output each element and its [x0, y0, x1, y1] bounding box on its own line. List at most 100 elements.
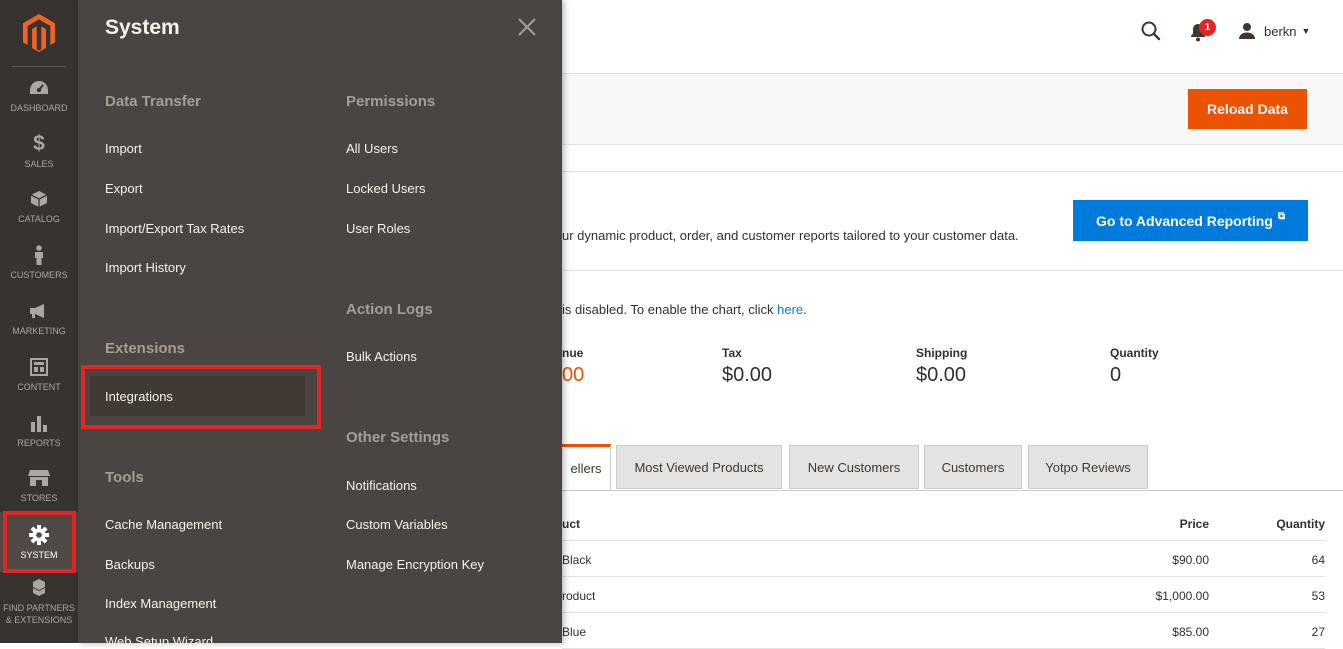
advanced-reporting-section: ur dynamic product, order, and customer …: [562, 171, 1343, 271]
section-title-action-logs: Action Logs: [346, 301, 433, 318]
flyout-title: System: [105, 16, 180, 39]
quantity-cell: 53: [1311, 589, 1325, 603]
product-cell: Blue: [562, 625, 587, 639]
menu-link-index-management[interactable]: Index Management: [105, 596, 216, 611]
menu-link-web-setup-wizard[interactable]: Web Setup Wizard: [105, 634, 213, 649]
menu-link-manage-encryption-key[interactable]: Manage Encryption Key: [346, 557, 484, 572]
user-menu[interactable]: berkn ▼: [1238, 20, 1310, 42]
sidebar-item-stores[interactable]: STORES: [0, 448, 78, 504]
table-header-row: uct Price Quantity: [562, 505, 1325, 541]
table-row[interactable]: roduct $1,000.00 53: [562, 577, 1325, 613]
section-title-permissions: Permissions: [346, 93, 436, 110]
external-link-icon: ⧉: [1277, 211, 1285, 222]
page-header: 1 berkn ▼: [562, 0, 1343, 73]
notifications-button[interactable]: 1: [1189, 19, 1219, 42]
username: berkn: [1264, 23, 1297, 39]
highlight-frame-integrations: [81, 365, 321, 429]
dashboard-page: 1 berkn ▼ Reload Data ur dynamic product…: [562, 0, 1343, 649]
table-row[interactable]: Blue $85.00 27: [562, 613, 1325, 649]
bar-chart-icon: [28, 412, 50, 434]
chart-disabled-notice: is disabled. To enable the chart, click …: [562, 302, 807, 317]
sidebar-item-catalog[interactable]: CATALOG: [0, 169, 78, 225]
tab-most-viewed-products[interactable]: Most Viewed Products: [616, 445, 782, 489]
price-cell: $85.00: [1172, 625, 1209, 639]
megaphone-icon: [28, 300, 50, 322]
menu-link-import-export-tax-rates[interactable]: Import/Export Tax Rates: [105, 221, 244, 236]
storefront-icon: [28, 467, 50, 489]
sidebar-item-find-partners[interactable]: FIND PARTNERS & EXTENSIONS: [0, 570, 78, 626]
menu-link-all-users[interactable]: All Users: [346, 141, 398, 156]
menu-link-notifications[interactable]: Notifications: [346, 478, 417, 493]
reload-data-button[interactable]: Reload Data: [1188, 89, 1307, 129]
highlight-frame-system: [3, 511, 76, 573]
sidebar-item-label: DASHBOARD: [10, 103, 68, 113]
section-title-data-transfer: Data Transfer: [105, 93, 201, 110]
price-cell: $1,000.00: [1155, 589, 1209, 603]
system-submenu-flyout: System Data Transfer Import Export Impor…: [78, 0, 562, 649]
column-header-price: Price: [1179, 517, 1209, 531]
sidebar-item-content[interactable]: CONTENT: [0, 337, 78, 393]
column-header-quantity: Quantity: [1276, 517, 1325, 531]
menu-link-cache-management[interactable]: Cache Management: [105, 517, 222, 532]
section-title-extensions: Extensions: [105, 340, 186, 357]
magento-logo[interactable]: [0, 0, 78, 66]
stat-value: 00: [562, 364, 585, 386]
magento-logo-icon: [23, 14, 55, 52]
search-icon[interactable]: [1140, 20, 1162, 42]
tab-bestsellers[interactable]: ellers: [562, 444, 611, 490]
menu-link-bulk-actions[interactable]: Bulk Actions: [346, 349, 417, 364]
menu-link-import-history[interactable]: Import History: [105, 260, 186, 275]
menu-link-locked-users[interactable]: Locked Users: [346, 181, 425, 196]
stat-value: $0.00: [722, 364, 773, 386]
stat-quantity: Quantity 0: [1110, 346, 1159, 387]
sidebar-item-label: CONTENT: [17, 382, 61, 392]
stat-revenue: nue 00: [562, 346, 584, 387]
menu-link-export[interactable]: Export: [105, 181, 143, 196]
quantity-cell: 64: [1311, 553, 1325, 567]
menu-link-custom-variables[interactable]: Custom Variables: [346, 517, 448, 532]
speedometer-icon: [28, 77, 50, 99]
chevron-down-icon: ▼: [1301, 26, 1311, 36]
price-cell: $90.00: [1172, 553, 1209, 567]
table-row[interactable]: Black $90.00 64: [562, 541, 1325, 577]
sidebar-item-label: FIND PARTNERS & EXTENSIONS: [3, 603, 75, 625]
notification-count-badge: 1: [1199, 19, 1216, 36]
close-icon[interactable]: [516, 16, 538, 38]
stat-label: nue: [562, 346, 584, 360]
sidebar-item-label: CUSTOMERS: [10, 270, 68, 280]
bestsellers-grid: uct Price Quantity Black $90.00 64 roduc…: [562, 505, 1325, 649]
stat-label: Shipping: [916, 346, 968, 360]
sidebar-item-label: MARKETING: [12, 326, 66, 336]
chart-notice-tail: .: [803, 302, 807, 317]
go-to-advanced-reporting-button[interactable]: Go to Advanced Reporting ⧉: [1073, 200, 1308, 241]
sidebar-item-label: STORES: [20, 493, 58, 503]
tab-new-customers[interactable]: New Customers: [789, 445, 919, 489]
layout-icon: [28, 356, 50, 378]
dollar-icon: $: [33, 132, 45, 155]
product-cell: Black: [562, 553, 592, 567]
section-title-tools: Tools: [105, 469, 144, 486]
stat-tax: Tax $0.00: [722, 346, 772, 387]
admin-sidebar: DASHBOARD $ SALES CATALOG CUSTOMERS MARK…: [0, 0, 78, 643]
sidebar-item-sales[interactable]: $ SALES: [0, 114, 78, 170]
stat-shipping: Shipping $0.00: [916, 346, 967, 387]
sidebar-item-reports[interactable]: REPORTS: [0, 393, 78, 449]
section-title-other-settings: Other Settings: [346, 429, 450, 446]
stat-value: 0: [1110, 364, 1122, 386]
page-actions-bar: Reload Data: [562, 73, 1343, 145]
chart-notice-text: is disabled. To enable the chart, click: [562, 302, 778, 317]
sidebar-item-customers[interactable]: CUSTOMERS: [0, 225, 78, 281]
menu-link-backups[interactable]: Backups: [105, 557, 155, 572]
advanced-reporting-description: ur dynamic product, order, and customer …: [562, 228, 1019, 243]
menu-link-import[interactable]: Import: [105, 141, 142, 156]
tab-customers[interactable]: Customers: [924, 445, 1022, 489]
product-cell: roduct: [562, 589, 596, 603]
tab-yotpo-reviews[interactable]: Yotpo Reviews: [1028, 445, 1148, 489]
enable-chart-link[interactable]: here: [777, 302, 803, 317]
menu-link-user-roles[interactable]: User Roles: [346, 221, 410, 236]
advanced-reporting-label: Go to Advanced Reporting: [1096, 212, 1273, 229]
stat-label: Tax: [722, 346, 742, 360]
person-icon: [28, 244, 50, 266]
sidebar-item-dashboard[interactable]: DASHBOARD: [0, 58, 78, 114]
sidebar-item-marketing[interactable]: MARKETING: [0, 281, 78, 337]
